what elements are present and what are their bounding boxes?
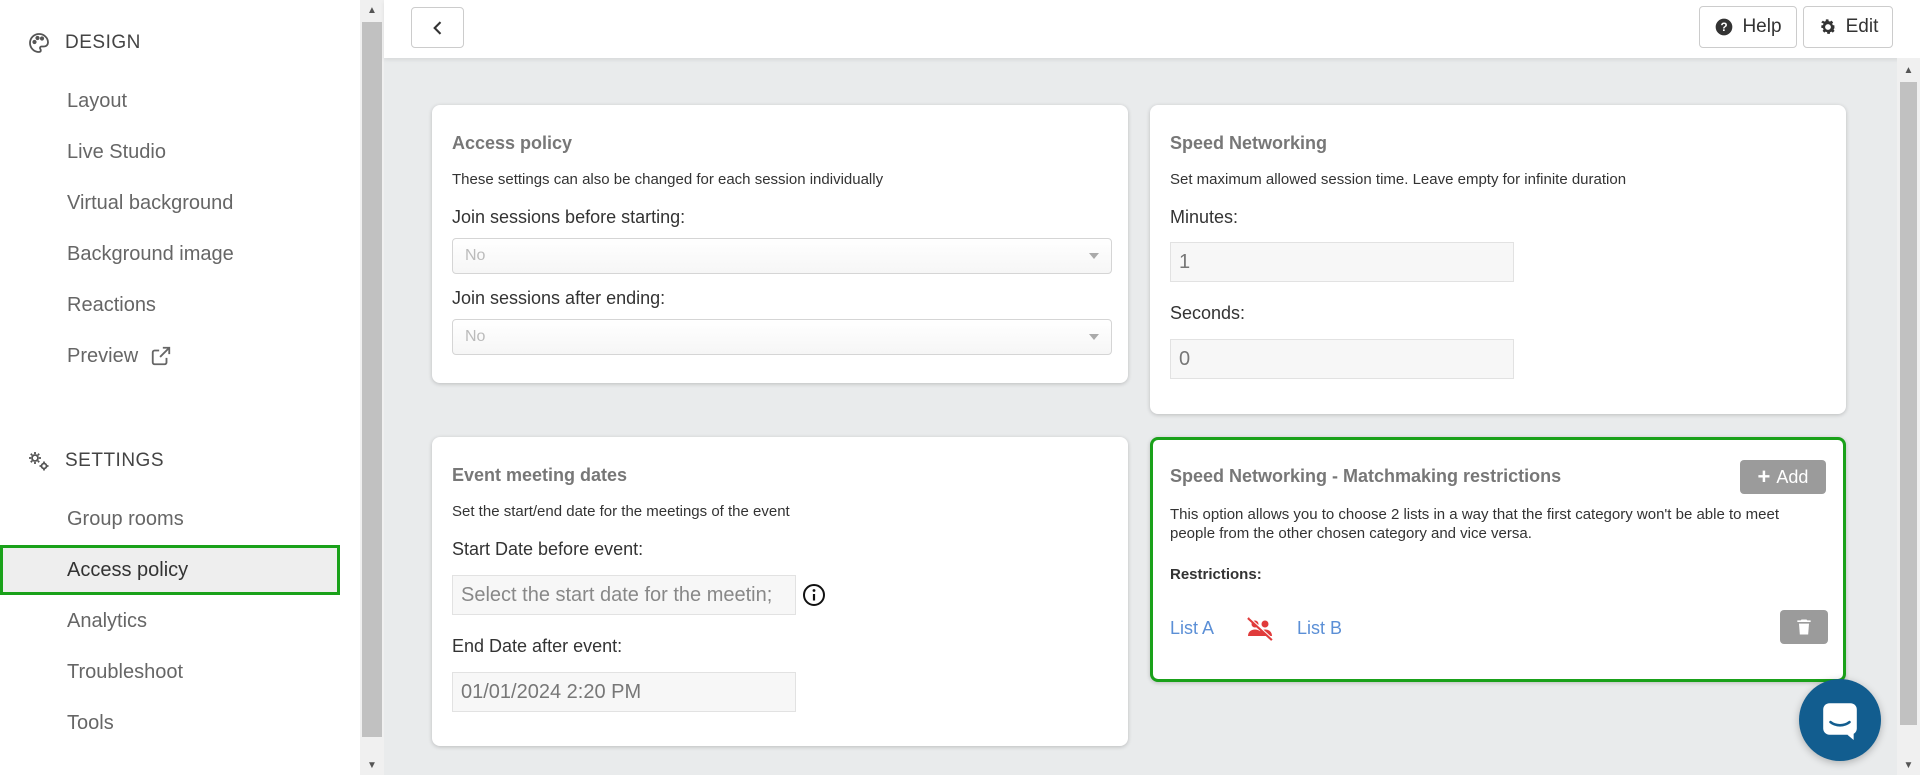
speed-networking-title: Speed Networking [1170,133,1328,153]
top-bar [384,0,1920,58]
restrictions-label: Restrictions: [1170,566,1262,583]
event-meeting-dates-title: Event meeting dates [452,465,628,485]
join-before-select[interactable]: No [452,238,1112,274]
plus-icon: + [1757,464,1771,489]
end-date-label: End Date after event: [452,636,623,656]
svg-text:?: ? [1721,21,1728,34]
info-icon[interactable] [802,583,826,607]
event-meeting-dates-description: Set the start/end date for the meetings … [452,503,790,520]
sidebar-item-analytics[interactable]: Analytics [0,596,340,646]
matchmaking-description-line1: This option allows you to choose 2 lists… [1170,506,1780,523]
matchmaking-restrictions-card: Speed Networking - Matchmaking restricti… [1150,437,1846,682]
join-before-value: No [465,247,486,264]
list-b-link[interactable]: List B [1297,618,1342,639]
settings-heading: SETTINGS [65,450,165,471]
no-meeting-icon [1247,617,1274,641]
join-before-label: Join sessions before starting: [452,207,686,227]
chat-icon [1823,703,1857,740]
back-button[interactable] [411,7,464,48]
sidebar-item-layout[interactable]: Layout [0,76,340,126]
delete-restriction-button[interactable] [1780,610,1828,644]
edit-label: Edit [1845,16,1879,37]
minutes-input[interactable]: 1 [1170,242,1514,282]
join-after-label: Join sessions after ending: [452,288,666,308]
sidebar-scroll-up-arrow[interactable]: ▲ [360,0,384,20]
help-label: Help [1742,16,1782,37]
sidebar-item-live-studio[interactable]: Live Studio [0,127,340,177]
sidebar-item-preview-label: Preview [67,344,139,367]
dropdown-caret-icon [1089,334,1099,340]
speed-networking-card: Speed Networking Set maximum allowed ses… [1150,105,1846,414]
trash-icon [1797,619,1811,635]
list-a-link[interactable]: List A [1170,618,1214,639]
design-section-header: DESIGN [27,31,141,55]
question-circle-icon: ? [1716,18,1733,36]
matchmaking-description-line2: people from the other chosen category an… [1170,525,1532,542]
add-restriction-button[interactable]: + Add [1740,460,1826,494]
access-policy-card: Access policy These settings can also be… [432,105,1128,383]
matchmaking-title: Speed Networking - Matchmaking restricti… [1170,466,1562,486]
seconds-label: Seconds: [1170,303,1246,323]
design-heading: DESIGN [65,32,141,53]
join-after-select[interactable]: No [452,319,1112,355]
help-button[interactable]: ? Help [1699,6,1797,48]
sidebar-item-virtual-background[interactable]: Virtual background [0,178,340,228]
chevron-left-icon [432,20,441,35]
sidebar-item-tools[interactable]: Tools [0,698,340,748]
minutes-label: Minutes: [1170,207,1239,227]
seconds-input[interactable]: 0 [1170,339,1514,379]
main-scrollbar-thumb[interactable] [1900,82,1917,725]
main-scroll-up-arrow[interactable]: ▲ [1897,60,1920,80]
sidebar-item-reactions[interactable]: Reactions [0,280,340,330]
edit-button[interactable]: Edit [1803,6,1893,48]
speed-networking-description: Set maximum allowed session time. Leave … [1170,171,1627,188]
main-scroll-down-arrow[interactable]: ▼ [1897,755,1920,775]
chat-launcher-button[interactable] [1799,679,1881,761]
access-policy-description: These settings can also be changed for e… [452,171,884,188]
event-meeting-dates-card: Event meeting dates Set the start/end da… [432,437,1128,746]
sidebar-item-group-rooms[interactable]: Group rooms [0,494,340,544]
sidebar-item-access-policy[interactable]: Access policy [0,545,340,595]
add-label: Add [1776,466,1809,487]
gear-icon [1820,19,1836,34]
sidebar-item-preview[interactable]: Preview [0,331,340,381]
settings-section-header: SETTINGS [27,449,164,473]
dropdown-caret-icon [1089,253,1099,259]
palette-icon [29,33,49,53]
end-date-input[interactable]: 01/01/2024 2:20 PM [452,672,796,712]
access-policy-title: Access policy [452,133,573,153]
start-date-input[interactable]: Select the start date for the meetin; [452,575,796,615]
gears-icon [29,452,49,471]
sidebar-scrollbar-thumb[interactable] [362,22,382,737]
sidebar-item-background-image[interactable]: Background image [0,229,340,279]
sidebar: DESIGN Layout Live Studio Virtual backgr… [0,0,360,775]
external-link-icon [151,346,171,366]
sidebar-item-troubleshoot[interactable]: Troubleshoot [0,647,340,697]
join-after-value: No [465,328,486,345]
sidebar-scroll-down-arrow[interactable]: ▼ [360,755,384,775]
start-date-label: Start Date before event: [452,539,644,559]
